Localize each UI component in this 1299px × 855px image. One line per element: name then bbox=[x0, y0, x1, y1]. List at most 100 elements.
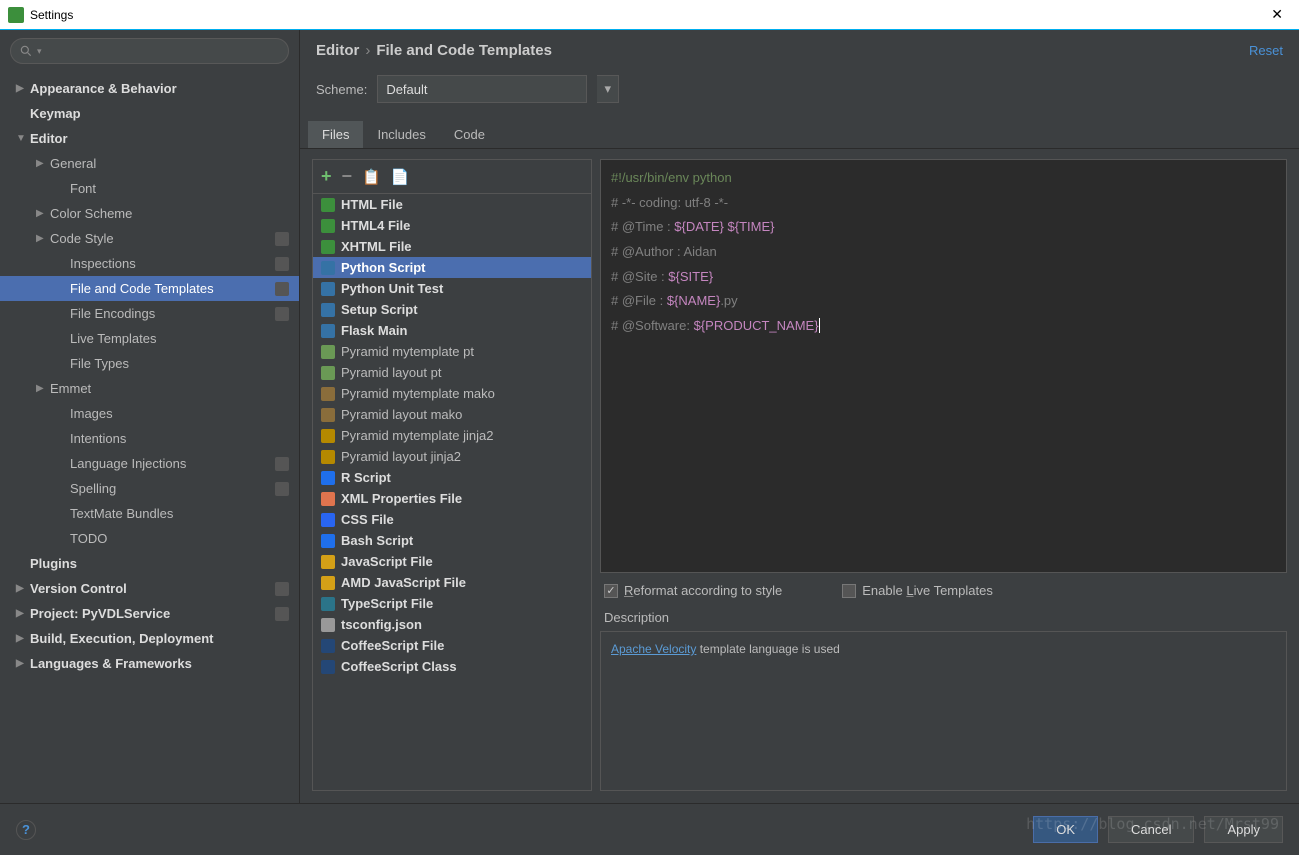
tab-files[interactable]: Files bbox=[308, 121, 363, 148]
description-box: Apache Velocity template language is use… bbox=[600, 631, 1287, 791]
template-item[interactable]: Pyramid layout mako bbox=[313, 404, 591, 425]
template-item[interactable]: Pyramid mytemplate mako bbox=[313, 383, 591, 404]
settings-tree[interactable]: ▶Appearance & BehaviorKeymap▼Editor▶Gene… bbox=[0, 72, 299, 803]
file-type-icon bbox=[321, 450, 335, 464]
template-item[interactable]: CoffeeScript Class bbox=[313, 656, 591, 677]
live-templates-checkbox[interactable]: Enable Live Templates bbox=[842, 583, 993, 598]
breadcrumb: Editor › File and Code Templates Reset bbox=[300, 30, 1299, 71]
file-type-icon bbox=[321, 471, 335, 485]
template-item[interactable]: Pyramid layout pt bbox=[313, 362, 591, 383]
breadcrumb-root: Editor bbox=[316, 42, 359, 59]
tree-item[interactable]: ▶Emmet bbox=[0, 376, 299, 401]
template-item[interactable]: JavaScript File bbox=[313, 551, 591, 572]
tree-item[interactable]: ▶Build, Execution, Deployment bbox=[0, 626, 299, 651]
template-item[interactable]: HTML File bbox=[313, 194, 591, 215]
tabs: FilesIncludesCode bbox=[300, 121, 1299, 149]
template-item[interactable]: Flask Main bbox=[313, 320, 591, 341]
file-type-icon bbox=[321, 198, 335, 212]
tree-item[interactable]: ▶Languages & Frameworks bbox=[0, 651, 299, 676]
tree-item[interactable]: Plugins bbox=[0, 551, 299, 576]
tree-item[interactable]: Intentions bbox=[0, 426, 299, 451]
close-icon[interactable]: ✕ bbox=[1263, 2, 1291, 27]
tree-item[interactable]: ▼Editor bbox=[0, 126, 299, 151]
template-editor[interactable]: #!/usr/bin/env python# -*- coding: utf-8… bbox=[600, 159, 1287, 573]
help-icon[interactable]: ? bbox=[16, 820, 36, 840]
tree-item[interactable]: TextMate Bundles bbox=[0, 501, 299, 526]
file-type-icon bbox=[321, 282, 335, 296]
template-item[interactable]: Bash Script bbox=[313, 530, 591, 551]
template-item[interactable]: tsconfig.json bbox=[313, 614, 591, 635]
project-badge-icon bbox=[275, 282, 289, 296]
reset-link[interactable]: Reset bbox=[1249, 43, 1283, 58]
tree-item[interactable]: File Encodings bbox=[0, 301, 299, 326]
file-type-icon bbox=[321, 513, 335, 527]
velocity-link[interactable]: Apache Velocity bbox=[611, 642, 696, 656]
tree-item[interactable]: Font bbox=[0, 176, 299, 201]
tree-item[interactable]: File and Code Templates bbox=[0, 276, 299, 301]
scheme-select[interactable]: Default bbox=[377, 75, 587, 103]
tab-code[interactable]: Code bbox=[440, 121, 499, 148]
template-item[interactable]: CoffeeScript File bbox=[313, 635, 591, 656]
project-badge-icon bbox=[275, 232, 289, 246]
paste-icon[interactable]: 📄 bbox=[391, 168, 410, 186]
sidebar: ▾ ▶Appearance & BehaviorKeymap▼Editor▶Ge… bbox=[0, 30, 300, 803]
description-label: Description bbox=[600, 608, 1287, 631]
search-input[interactable]: ▾ bbox=[10, 38, 289, 64]
tree-item[interactable]: Live Templates bbox=[0, 326, 299, 351]
tree-item[interactable]: Images bbox=[0, 401, 299, 426]
file-type-icon bbox=[321, 639, 335, 653]
add-icon[interactable]: + bbox=[321, 166, 332, 187]
search-icon bbox=[19, 44, 33, 58]
template-item[interactable]: XML Properties File bbox=[313, 488, 591, 509]
file-type-icon bbox=[321, 597, 335, 611]
remove-icon[interactable]: − bbox=[342, 166, 353, 187]
file-type-icon bbox=[321, 303, 335, 317]
tree-item[interactable]: ▶Project: PyVDLService bbox=[0, 601, 299, 626]
template-item[interactable]: XHTML File bbox=[313, 236, 591, 257]
template-item[interactable]: Pyramid mytemplate pt bbox=[313, 341, 591, 362]
copy-icon[interactable]: 📋 bbox=[362, 168, 381, 186]
template-list-panel: + − 📋 📄 HTML FileHTML4 FileXHTML FilePyt… bbox=[312, 159, 592, 791]
tree-item[interactable]: ▶Appearance & Behavior bbox=[0, 76, 299, 101]
tree-item[interactable]: File Types bbox=[0, 351, 299, 376]
template-item[interactable]: Pyramid layout jinja2 bbox=[313, 446, 591, 467]
template-item[interactable]: Setup Script bbox=[313, 299, 591, 320]
template-list[interactable]: HTML FileHTML4 FileXHTML FilePython Scri… bbox=[313, 194, 591, 790]
tree-item[interactable]: TODO bbox=[0, 526, 299, 551]
file-type-icon bbox=[321, 618, 335, 632]
file-type-icon bbox=[321, 240, 335, 254]
tree-item[interactable]: ▶Version Control bbox=[0, 576, 299, 601]
template-item[interactable]: HTML4 File bbox=[313, 215, 591, 236]
tree-item[interactable]: ▶Color Scheme bbox=[0, 201, 299, 226]
template-item[interactable]: Python Script bbox=[313, 257, 591, 278]
template-item[interactable]: Pyramid mytemplate jinja2 bbox=[313, 425, 591, 446]
cancel-button[interactable]: Cancel bbox=[1108, 816, 1194, 843]
tree-item[interactable]: ▶Code Style bbox=[0, 226, 299, 251]
tree-item[interactable]: Keymap bbox=[0, 101, 299, 126]
template-item[interactable]: CSS File bbox=[313, 509, 591, 530]
file-type-icon bbox=[321, 366, 335, 380]
scheme-dropdown-icon[interactable]: ▾ bbox=[597, 75, 619, 103]
template-item[interactable]: AMD JavaScript File bbox=[313, 572, 591, 593]
project-badge-icon bbox=[275, 457, 289, 471]
reformat-checkbox[interactable]: ✓ Reformat according to style bbox=[604, 583, 782, 598]
tree-item[interactable]: Spelling bbox=[0, 476, 299, 501]
template-item[interactable]: TypeScript File bbox=[313, 593, 591, 614]
breadcrumb-leaf: File and Code Templates bbox=[376, 42, 552, 59]
tab-includes[interactable]: Includes bbox=[363, 121, 439, 148]
tree-item[interactable]: Language Injections bbox=[0, 451, 299, 476]
tree-item[interactable]: ▶General bbox=[0, 151, 299, 176]
titlebar: Settings ✕ bbox=[0, 0, 1299, 30]
file-type-icon bbox=[321, 408, 335, 422]
apply-button[interactable]: Apply bbox=[1204, 816, 1283, 843]
project-badge-icon bbox=[275, 482, 289, 496]
template-item[interactable]: R Script bbox=[313, 467, 591, 488]
template-item[interactable]: Python Unit Test bbox=[313, 278, 591, 299]
tree-item[interactable]: Inspections bbox=[0, 251, 299, 276]
ok-button[interactable]: OK bbox=[1033, 816, 1098, 843]
file-type-icon bbox=[321, 219, 335, 233]
scheme-label: Scheme: bbox=[316, 82, 367, 97]
file-type-icon bbox=[321, 345, 335, 359]
file-type-icon bbox=[321, 261, 335, 275]
file-type-icon bbox=[321, 387, 335, 401]
